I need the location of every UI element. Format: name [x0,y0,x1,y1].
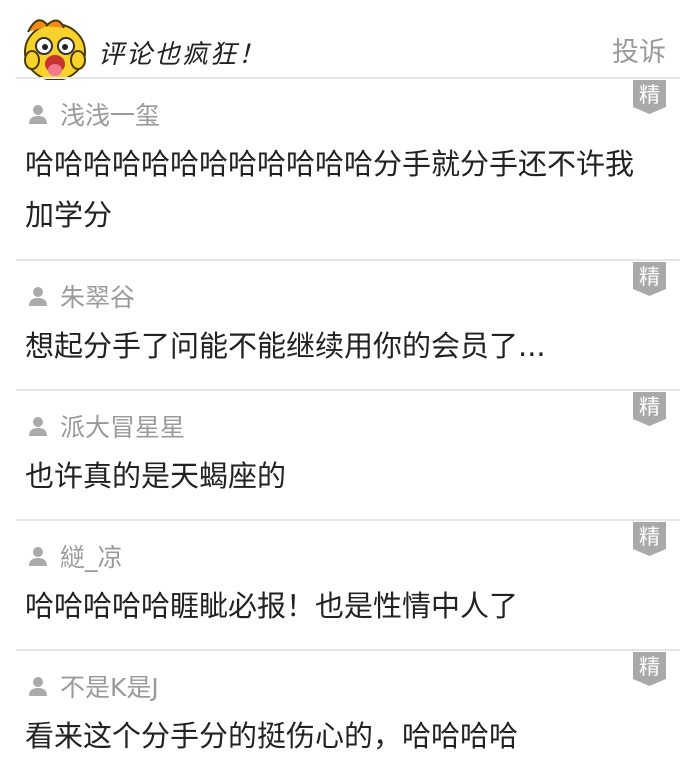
comment-item: 精 浅浅一玺 哈哈哈哈哈哈哈哈哈哈哈哈分手就分手还不许我加学分 [0,78,680,259]
featured-badge-label: 精 [639,83,660,107]
featured-badge: 精 [633,392,666,426]
username[interactable]: 縌_凉 [60,538,123,574]
comment-user: 縌_凉 [28,538,123,574]
username[interactable]: 派大冒星星 [60,408,185,444]
featured-badge: 精 [633,522,666,556]
report-button[interactable]: 投诉 [612,30,666,69]
user-icon [29,105,47,124]
featured-badge: 精 [633,652,666,686]
comment-user: 朱翠谷 [28,278,135,314]
header: 评论也疯狂！ 投诉 [0,0,680,80]
featured-badge-label: 精 [639,525,660,549]
comment-text: 也许真的是天蝎座的 [25,459,287,493]
comment-user: 不是K是J [28,668,159,704]
featured-badge-label: 精 [639,265,660,289]
comment-user: 浅浅一玺 [28,96,160,132]
comment-item: 精 朱翠谷 想起分手了问能不能继续用你的会员了... [0,260,680,389]
user-icon [29,677,47,696]
mascot-icon [24,19,86,80]
user-icon [29,287,47,306]
comment-item: 精 縌_凉 哈哈哈哈哈睚眦必报！也是性情中人了 [0,520,680,649]
comment-text: 看来这个分手分的挺伤心的，哈哈哈哈 [25,719,519,753]
featured-badge: 精 [633,262,666,296]
featured-badge-label: 精 [639,395,660,419]
comment-text: 哈哈哈哈哈睚眦必报！也是性情中人了 [25,589,519,623]
user-icon [29,417,47,436]
featured-badge-label: 精 [639,655,660,679]
comment-text: 想起分手了问能不能继续用你的会员了... [25,329,546,363]
user-icon [29,547,47,566]
comment-item: 精 不是K是J 看来这个分手分的挺伤心的，哈哈哈哈 [0,650,680,777]
comment-item: 精 派大冒星星 也许真的是天蝎座的 [0,390,680,519]
username[interactable]: 浅浅一玺 [60,96,160,132]
comment-text: 哈哈哈哈哈哈哈哈哈哈哈哈分手就分手还不许我加学分 [25,147,635,232]
username[interactable]: 不是K是J [60,668,159,704]
page-title: 评论也疯狂！ [98,40,267,70]
username[interactable]: 朱翠谷 [60,278,135,314]
featured-badge: 精 [633,80,666,114]
comment-user: 派大冒星星 [28,408,185,444]
